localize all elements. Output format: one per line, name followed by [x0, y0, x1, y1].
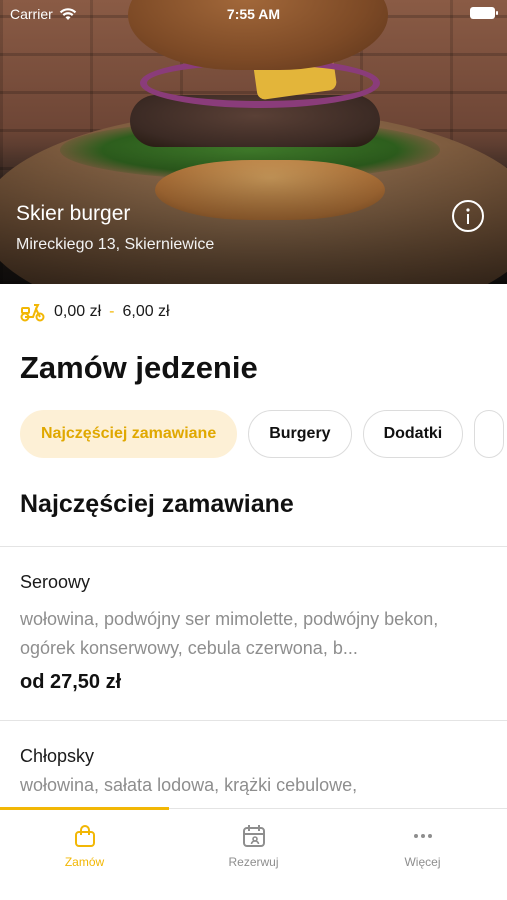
delivery-max: 6,00 zł	[122, 303, 170, 320]
restaurant-name: Skier burger	[16, 202, 131, 225]
scooter-icon	[20, 304, 45, 322]
menu-item-name: Chłopsky	[20, 746, 95, 766]
clock: 7:55 AM	[226, 6, 281, 22]
category-chip-burgers[interactable]: Burgery	[248, 410, 352, 458]
divider	[0, 720, 507, 721]
tab-more[interactable]: Więcej	[338, 823, 507, 869]
calendar-icon	[242, 825, 265, 847]
status-bar: Carrier 7:55 AM	[0, 0, 507, 28]
more-icon	[413, 834, 432, 838]
info-button[interactable]	[452, 200, 484, 232]
menu-item-description: wołowina, podwójny ser mimolette, podwój…	[20, 609, 439, 658]
category-chips: Najczęściej zamawiane Burgery Dodatki	[20, 410, 505, 458]
menu-item-description: wołowina, sałata lodowa, krążki cebulowe…	[20, 775, 358, 795]
order-section-title: Zamów jedzenie	[20, 350, 258, 385]
category-chip-most-ordered[interactable]: Najczęściej zamawiane	[20, 410, 238, 458]
menu-section-title: Najczęściej zamawiane	[20, 490, 294, 518]
category-chip-extras[interactable]: Dodatki	[362, 410, 464, 458]
battery-icon	[470, 7, 498, 19]
tab-reserve-label: Rezerwuj	[228, 855, 279, 869]
menu-item[interactable]: Seroowy wołowina, podwójny ser mimolette…	[20, 572, 467, 694]
tab-more-label: Więcej	[404, 855, 441, 869]
delivery-separator: -	[109, 303, 115, 320]
tab-order-label: Zamów	[64, 855, 105, 869]
active-tab-indicator	[0, 807, 169, 810]
tab-order[interactable]: Zamów	[0, 823, 169, 869]
divider	[0, 546, 507, 547]
tab-reserve[interactable]: Rezerwuj	[169, 823, 338, 869]
tab-bar: Zamów Rezerwuj Więcej	[0, 807, 507, 900]
menu-item[interactable]: Chłopsky wołowina, sałata lodowa, krążki…	[20, 746, 467, 800]
category-chip-next[interactable]	[474, 410, 505, 458]
menu-item-price: od 27,50 zł	[20, 671, 122, 693]
menu-item-name: Seroowy	[20, 572, 91, 592]
delivery-min: 0,00 zł	[54, 303, 102, 320]
bag-icon	[74, 825, 95, 847]
info-icon	[466, 208, 470, 224]
delivery-fee-range: 0,00 zł - 6,00 zł	[20, 302, 170, 322]
restaurant-address: Mireckiego 13, Skierniewice	[16, 236, 215, 253]
